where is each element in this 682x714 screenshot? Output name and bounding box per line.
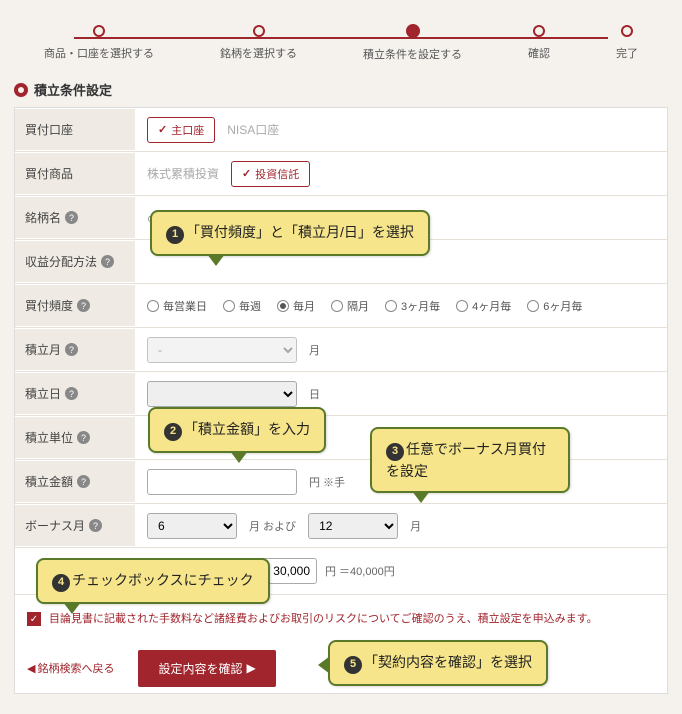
step-2: 銘柄を選択する [220, 25, 297, 61]
settings-form: 買付口座 ✓主口座 NISA口座 買付商品 株式累積投資 ✓投資信託 銘柄名? … [14, 107, 668, 694]
label-dist: 収益分配方法? [15, 241, 135, 282]
help-icon[interactable]: ? [65, 387, 78, 400]
label-account: 買付口座 [15, 109, 135, 150]
label-amount: 積立金額? [15, 461, 135, 502]
help-icon[interactable]: ? [65, 343, 78, 356]
callout-1: 1「買付頻度」と「積立月/日」を選択 [150, 210, 430, 256]
callout-4: 4チェックボックスにチェック [36, 558, 270, 604]
agree-text: 目論見書に記載された手数料など諸経費およびお取引のリスクについてご確認のうえ、積… [49, 611, 598, 628]
help-icon[interactable]: ? [89, 519, 102, 532]
freq-opt-1[interactable]: 毎週 [223, 298, 261, 314]
bonus-month1-select[interactable]: 6 [147, 513, 237, 539]
step-4: 確認 [528, 25, 550, 61]
label-freq: 買付頻度? [15, 285, 135, 326]
label-unit: 積立単位? [15, 417, 135, 458]
label-month: 積立月? [15, 329, 135, 370]
back-link[interactable]: ◀銘柄検索へ戻る [27, 660, 114, 676]
account-main-button[interactable]: ✓主口座 [147, 117, 215, 143]
step-5: 完了 [616, 25, 638, 61]
freq-opt-2[interactable]: 毎月 [277, 298, 315, 314]
gear-icon [14, 83, 28, 97]
freq-opt-3[interactable]: 隔月 [331, 298, 369, 314]
step-1: 商品・口座を選択する [44, 25, 154, 61]
progress-stepper: 商品・口座を選択する 銘柄を選択する 積立条件を設定する 確認 完了 [14, 14, 668, 62]
freq-opt-6[interactable]: 6ヶ月毎 [527, 298, 582, 314]
product-stock-option[interactable]: 株式累積投資 [147, 165, 219, 182]
month-select[interactable]: - [147, 337, 297, 363]
help-icon[interactable]: ? [77, 475, 90, 488]
label-issue: 銘柄名? [15, 197, 135, 238]
confirm-button[interactable]: 設定内容を確認▶ [138, 650, 275, 687]
bonus-amount-suffix: 円 ＝40,000円 [325, 563, 395, 579]
freq-radio-group: 毎営業日 毎週 毎月 隔月 3ヶ月毎 4ヶ月毎 6ヶ月毎 [147, 298, 582, 314]
account-nisa-option[interactable]: NISA口座 [227, 121, 279, 138]
step-3: 積立条件を設定する [363, 24, 462, 62]
help-icon[interactable]: ? [65, 211, 78, 224]
label-product: 買付商品 [15, 153, 135, 194]
day-select[interactable] [147, 381, 297, 407]
callout-3: 3任意でボーナス月買付を設定 [370, 427, 570, 493]
freq-opt-5[interactable]: 4ヶ月毎 [456, 298, 511, 314]
section-heading: 積立条件設定 [14, 80, 668, 99]
help-icon[interactable]: ? [77, 299, 90, 312]
bonus-month2-select[interactable]: 12 [308, 513, 398, 539]
amount-input[interactable] [147, 469, 297, 495]
product-toushin-button[interactable]: ✓投資信託 [231, 161, 310, 187]
agree-checkbox[interactable]: ✓ [27, 612, 41, 626]
help-icon[interactable]: ? [101, 255, 114, 268]
help-icon[interactable]: ? [77, 431, 90, 444]
callout-5: 5「契約内容を確認」を選択 [328, 640, 548, 686]
callout-2: 2「積立金額」を入力 [148, 407, 326, 453]
freq-opt-0[interactable]: 毎営業日 [147, 298, 207, 314]
freq-opt-4[interactable]: 3ヶ月毎 [385, 298, 440, 314]
label-day: 積立日? [15, 373, 135, 414]
label-bonus: ボーナス月? [15, 505, 135, 546]
